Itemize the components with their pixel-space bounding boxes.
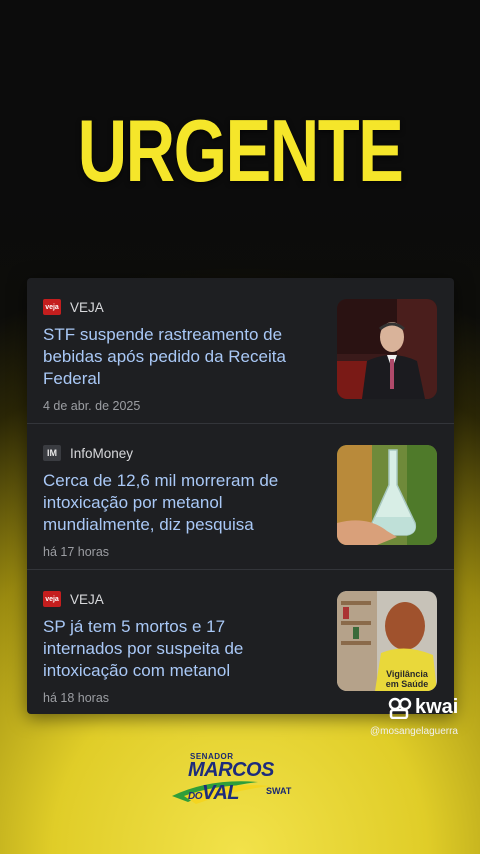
news-thumbnail[interactable]	[337, 445, 437, 545]
infomoney-logo-icon: IM	[43, 445, 61, 461]
senator-brand-logo: SENADOR MARCOS DOVAL SWAT	[170, 752, 310, 812]
user-handle: @mosangelaguerra	[370, 726, 458, 737]
news-title[interactable]: SP já tem 5 mortos e 17 internados por s…	[43, 616, 305, 682]
judge-photo	[337, 299, 437, 399]
source-name: VEJA	[70, 591, 104, 607]
brand-name-2: DO	[188, 791, 203, 802]
news-source: veja VEJA	[43, 590, 104, 608]
news-thumbnail[interactable]: Vigilância em Saúde	[337, 591, 437, 691]
kwai-logo-icon	[388, 697, 412, 719]
veja-logo-icon: veja	[43, 299, 61, 315]
news-thumbnail[interactable]	[337, 299, 437, 399]
veja-logo-icon: veja	[43, 591, 61, 607]
news-title[interactable]: Cerca de 12,6 mil morreram de intoxicaçã…	[43, 470, 305, 536]
news-card[interactable]: veja VEJA SP já tem 5 mortos e 17 intern…	[27, 570, 454, 714]
news-source: IM InfoMoney	[43, 444, 133, 462]
news-source: veja VEJA	[43, 298, 104, 316]
kwai-watermark: kwai	[388, 696, 458, 719]
news-time: há 18 horas	[43, 691, 110, 705]
brand-name-1: MARCOS	[188, 759, 274, 781]
svg-text:em Saúde: em Saúde	[386, 679, 429, 689]
brand-sub-text: SWAT	[266, 786, 292, 796]
brand-name-3: VAL	[202, 782, 240, 804]
source-name: VEJA	[70, 299, 104, 315]
news-time: 4 de abr. de 2025	[43, 399, 141, 413]
inspector-photo: Vigilância em Saúde	[337, 591, 437, 691]
urgent-headline: URGENTE	[77, 101, 404, 200]
news-card[interactable]: IM InfoMoney Cerca de 12,6 mil morreram …	[27, 424, 454, 570]
source-name: InfoMoney	[70, 445, 134, 461]
flask-photo	[337, 445, 437, 545]
kwai-label: kwai	[415, 696, 459, 718]
news-card[interactable]: veja VEJA STF suspende rastreamento de b…	[27, 278, 454, 424]
news-time: há 17 horas	[43, 545, 110, 559]
news-feed: veja VEJA STF suspende rastreamento de b…	[27, 278, 454, 714]
news-title[interactable]: STF suspende rastreamento de bebidas apó…	[43, 324, 305, 390]
brand-main-text: MARCOS DOVAL	[188, 759, 310, 805]
svg-text:Vigilância: Vigilância	[386, 669, 429, 679]
